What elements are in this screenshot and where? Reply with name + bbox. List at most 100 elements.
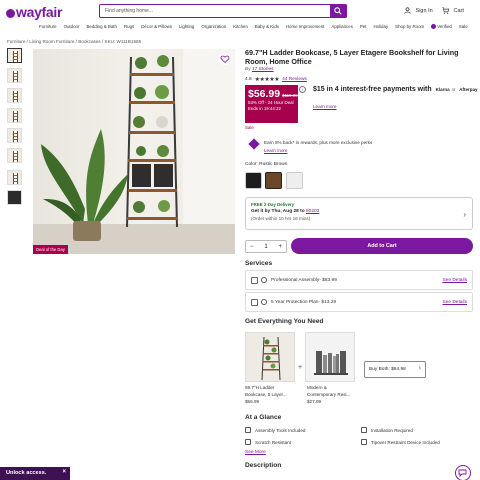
service-checkbox[interactable] (251, 299, 258, 306)
see-details-link[interactable]: See Details (442, 278, 467, 283)
see-details-link[interactable]: See Details (442, 300, 467, 305)
nav-pet[interactable]: Pet (360, 24, 367, 34)
klarna-logo: Klarna (435, 87, 450, 92)
close-icon[interactable]: × (62, 469, 66, 475)
info-icon[interactable]: i (299, 86, 306, 93)
nav-furniture[interactable]: Furniture (39, 24, 57, 34)
free-delivery-label: FREE 2-Day Delivery (251, 202, 295, 207)
tipover-icon (361, 439, 367, 445)
installment-text: $15 in 4 interest-free payments with (313, 86, 432, 93)
nav-shop-by-room[interactable]: Shop by Room (395, 24, 424, 34)
breadcrumb[interactable]: Furniture / Living Room Furniture / Book… (7, 39, 141, 44)
current-price: $56.99 (248, 88, 281, 100)
bundle-item-2-price: $27.99 (307, 399, 322, 404)
deal-price-box: $56.99 $119.99 53% Off - 24 Hour Deal End… (245, 85, 298, 123)
bookcase-thumb-icon (13, 173, 18, 184)
service-protection-plan[interactable]: 5 Year Protection Plan- $13.29 See Detai… (245, 292, 473, 312)
reviews-link[interactable]: 44 Reviews (282, 77, 307, 82)
installment-offer: $15 in 4 interest-free payments with Kla… (313, 86, 478, 93)
brand-link[interactable]: 17 Stories (252, 67, 274, 72)
buy-both-button[interactable]: Buy Both: $84.98 › (364, 361, 426, 378)
delivery-date-text: Get it by Thu, Aug 28 to (251, 209, 305, 214)
nav-rugs[interactable]: Rugs (124, 24, 134, 34)
discount-text: 53% Off - 24 Hour Deal (248, 100, 294, 105)
bundle-item-1-price: $56.99 (245, 399, 260, 404)
quantity-decrement[interactable]: − (250, 244, 254, 250)
service-label: 5 Year Protection Plan- $13.29 (271, 300, 337, 305)
nav-holiday[interactable]: Holiday (373, 24, 388, 34)
nav-baby-kids[interactable]: Baby & Kids (255, 24, 279, 34)
add-to-cart-button[interactable]: Add to Cart (291, 238, 473, 254)
wrench-icon (261, 277, 267, 283)
bundle-item-2-image[interactable] (305, 332, 355, 382)
quantity-value[interactable]: 1 (264, 244, 267, 250)
nav-kitchen[interactable]: Kitchen (233, 24, 248, 34)
bundle-item-1-info[interactable]: 69.7"H Ladder Bookcase, 5 Layer... $56.9… (245, 384, 297, 405)
cart-link[interactable]: Cart (442, 7, 464, 14)
glance-label: Installation Required (371, 427, 413, 433)
service-label: Professional Assembly- $83.99 (271, 278, 337, 283)
bookcase-thumb-icon (13, 91, 18, 102)
color-swatch-rustic-brown[interactable] (265, 172, 282, 189)
thumbnail-4[interactable] (7, 108, 22, 123)
nav-organization[interactable]: Organization (201, 24, 226, 34)
nav-bedding-bath[interactable]: Bedding & Bath (86, 24, 117, 34)
thumbnail-8[interactable] (7, 190, 22, 205)
bundle-item-1-image[interactable] (245, 332, 295, 382)
bundle-item-2-name-line2: Contemporary Resi... (307, 392, 351, 397)
bundle-heading: Get Everything You Need (245, 318, 324, 325)
thumbnail-1[interactable] (7, 48, 22, 63)
delivery-box[interactable]: FREE 2-Day Delivery Get it by Thu, Aug 2… (245, 197, 473, 230)
thumbnail-6[interactable] (7, 148, 22, 163)
unlock-label: Unlock access. (6, 470, 47, 476)
nav-verified[interactable]: Verified (431, 24, 452, 34)
chat-icon (458, 469, 467, 478)
bookend-image (314, 351, 348, 375)
color-swatch-black[interactable] (245, 172, 262, 189)
chevron-right-icon: › (463, 210, 466, 219)
chat-button[interactable] (455, 465, 471, 480)
quantity-stepper[interactable]: − 1 + (245, 240, 287, 253)
search-icon (334, 7, 342, 15)
main-product-image[interactable]: Deal of the Day (33, 49, 235, 254)
color-label: Color: Rustic Brown (245, 162, 288, 167)
plus-sign: + (298, 364, 303, 371)
search-button[interactable] (330, 4, 347, 18)
thumbnail-2[interactable] (7, 68, 22, 83)
nav-lighting[interactable]: Lighting (179, 24, 194, 34)
nav-decor-pillows[interactable]: Décor & Pillows (141, 24, 172, 34)
nav-home-improvement[interactable]: Home Improvement (286, 24, 325, 34)
or-text: or (451, 87, 456, 92)
sign-in-link[interactable]: Sign In (404, 7, 433, 14)
nav-appliances[interactable]: Appliances (331, 24, 352, 34)
rewards-learn-more[interactable]: Learn more (264, 148, 288, 153)
bookcase-thumb-icon (13, 51, 18, 62)
thumbnail-3[interactable] (7, 88, 22, 103)
color-swatch-white[interactable] (286, 172, 303, 189)
wayfair-logo[interactable]: wayfair (6, 4, 62, 20)
rewards-text: Earn 5% back* in rewards, plus more excl… (264, 140, 373, 145)
logo-mark-icon (6, 9, 15, 18)
bundle-item-1-name-line1: 69.7"H Ladder (245, 385, 275, 390)
installment-learn-more[interactable]: Learn more (313, 104, 337, 109)
zip-link[interactable]: 80203 (306, 209, 319, 214)
description-heading: Description (245, 462, 282, 469)
nav-sale[interactable]: Sale (459, 24, 468, 34)
service-checkbox[interactable] (251, 277, 258, 284)
thumbnail-5[interactable] (7, 128, 22, 143)
nav-outdoor[interactable]: Outdoor (64, 24, 80, 34)
sign-in-label: Sign In (415, 7, 433, 14)
cart-label: Cart (453, 7, 464, 14)
thumbnail-7[interactable] (7, 170, 22, 185)
afterpay-logo: Afterpay (459, 87, 478, 92)
product-title: 69.7"H Ladder Bookcase, 5 Layer Etagere … (245, 48, 459, 66)
scratch-resistant-icon (245, 439, 251, 445)
service-assembly[interactable]: Professional Assembly- $83.99 See Detail… (245, 270, 473, 290)
search-input[interactable]: Find anything home... (99, 4, 347, 18)
bundle-item-2-info[interactable]: Modern & Contemporary Resi... $27.99 (307, 384, 359, 405)
unlock-access-banner[interactable]: Unlock access. × (0, 467, 70, 480)
quantity-increment[interactable]: + (278, 244, 282, 250)
favorite-button[interactable] (219, 53, 231, 65)
see-more-link[interactable]: See More (245, 450, 266, 455)
search-placeholder: Find anything home... (105, 8, 154, 14)
